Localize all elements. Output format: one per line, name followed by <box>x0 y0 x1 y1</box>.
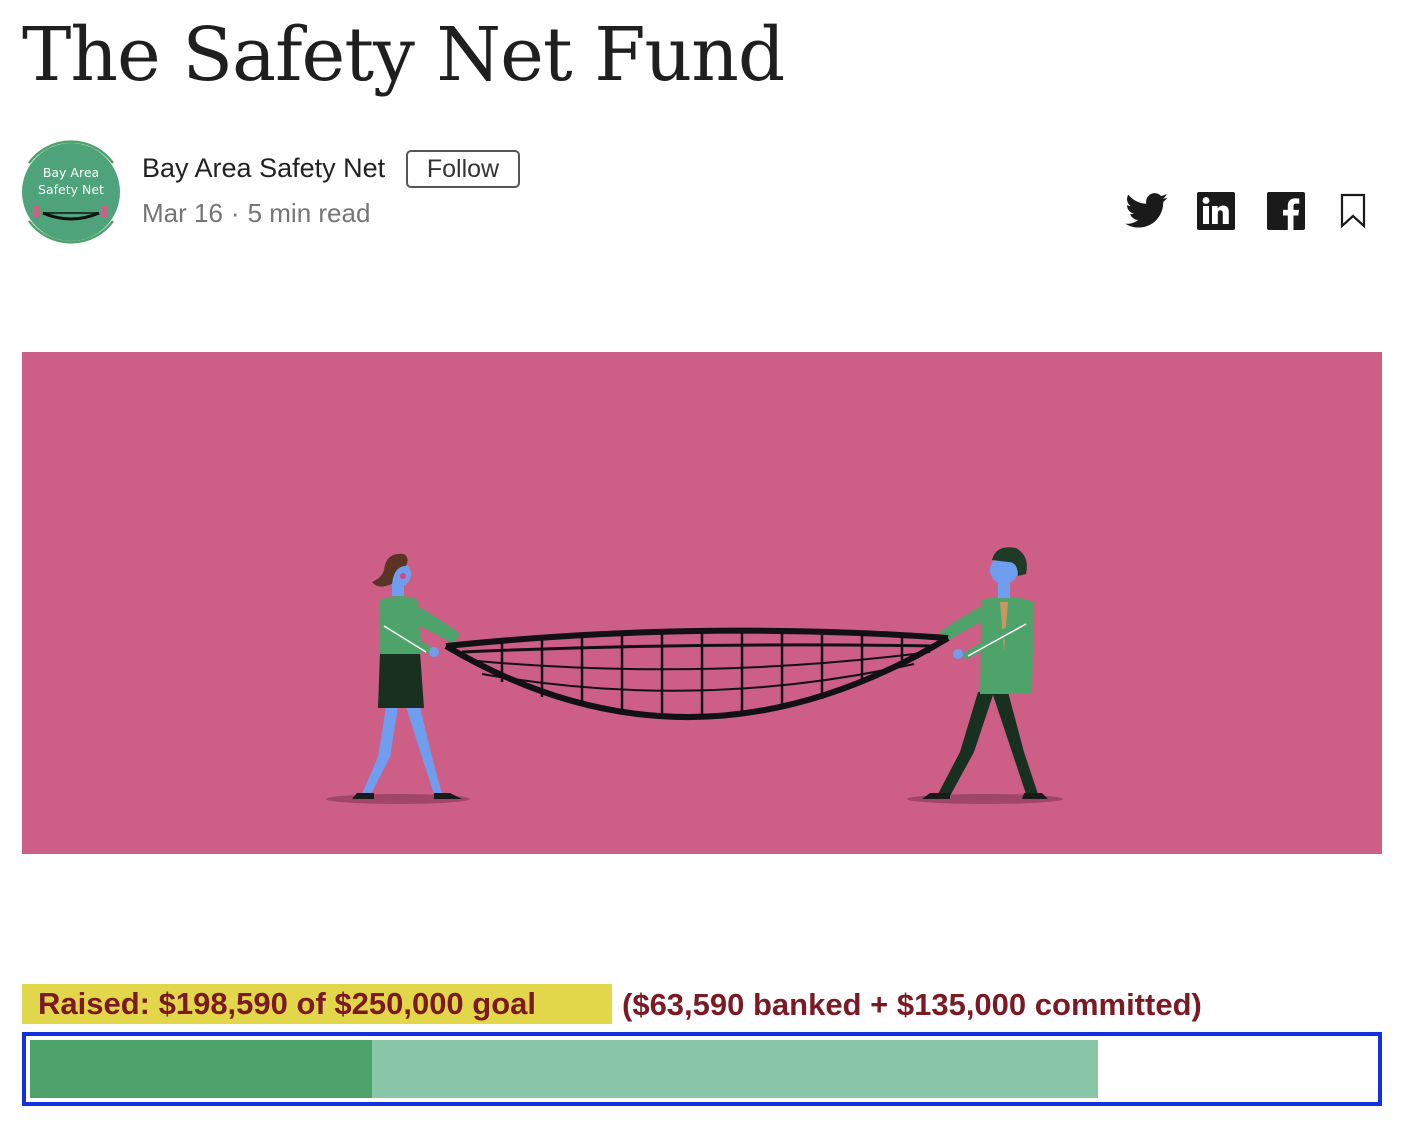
author-avatar[interactable]: Bay Area Safety Net <box>15 133 127 251</box>
facebook-icon <box>1267 192 1305 230</box>
meta-separator: · <box>230 198 240 228</box>
avatar-text-line2: Safety Net <box>38 182 104 197</box>
publish-date: Mar 16 <box>142 198 223 228</box>
article-meta: Mar 16 · 5 min read <box>142 196 370 230</box>
progress-banked-segment <box>30 1040 372 1098</box>
hero-illustration <box>22 352 1382 854</box>
avatar-text-line1: Bay Area <box>43 165 99 180</box>
follow-button[interactable]: Follow <box>406 150 520 188</box>
read-time: 5 min read <box>247 198 371 228</box>
progress-committed-segment <box>371 1040 1098 1098</box>
author-name[interactable]: Bay Area Safety Net <box>142 150 385 186</box>
facebook-share-button[interactable] <box>1266 188 1306 234</box>
article-title: The Safety Net Fund <box>22 12 785 98</box>
raised-amount-label: Raised: $198,590 of $250,000 goal <box>22 984 612 1024</box>
bookmark-button[interactable] <box>1336 188 1370 234</box>
avatar-logo-icon: Bay Area Safety Net <box>22 140 120 244</box>
bookmark-icon <box>1340 193 1366 229</box>
twitter-share-button[interactable] <box>1122 188 1172 234</box>
linkedin-share-button[interactable] <box>1196 188 1236 234</box>
twitter-icon <box>1125 193 1168 228</box>
people-holding-safety-net-illustration <box>326 547 1063 804</box>
fundraising-progress-bar <box>22 1032 1382 1106</box>
raised-breakdown-label: ($63,590 banked + $135,000 committed) <box>622 987 1202 1022</box>
linkedin-icon <box>1197 192 1235 230</box>
